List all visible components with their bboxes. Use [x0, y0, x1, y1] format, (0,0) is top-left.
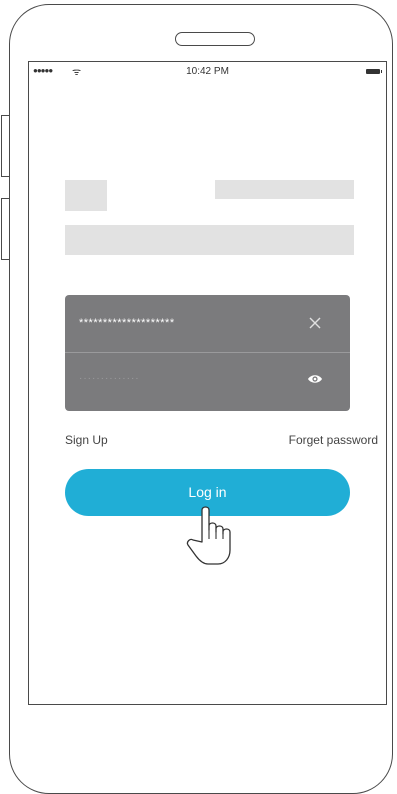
phone-speaker: [175, 32, 255, 46]
eye-icon[interactable]: [307, 373, 323, 385]
password-value: ********************: [79, 317, 175, 329]
logo-placeholder: [65, 180, 107, 211]
status-time: 10:42 PM: [186, 66, 229, 77]
pointer-hand-icon: [186, 506, 231, 565]
password-placeholder: ··············: [79, 373, 140, 384]
volume-up-button: [1, 115, 9, 177]
confirm-password-field[interactable]: ··············: [65, 353, 350, 410]
password-field[interactable]: ********************: [65, 295, 350, 352]
phone-screen: ●●●●● ᯤ 10:42 PM ******************** ··…: [28, 61, 387, 705]
clear-icon[interactable]: [308, 316, 322, 330]
status-bar: ●●●●● ᯤ 10:42 PM: [29, 62, 386, 82]
login-input-panel: ******************** ··············: [65, 295, 350, 411]
volume-down-button: [1, 198, 9, 260]
forget-password-link[interactable]: Forget password: [289, 433, 378, 447]
battery-icon: [366, 69, 382, 74]
title-placeholder: [215, 180, 354, 199]
subtitle-placeholder: [65, 225, 354, 255]
sign-up-link[interactable]: Sign Up: [65, 433, 108, 447]
